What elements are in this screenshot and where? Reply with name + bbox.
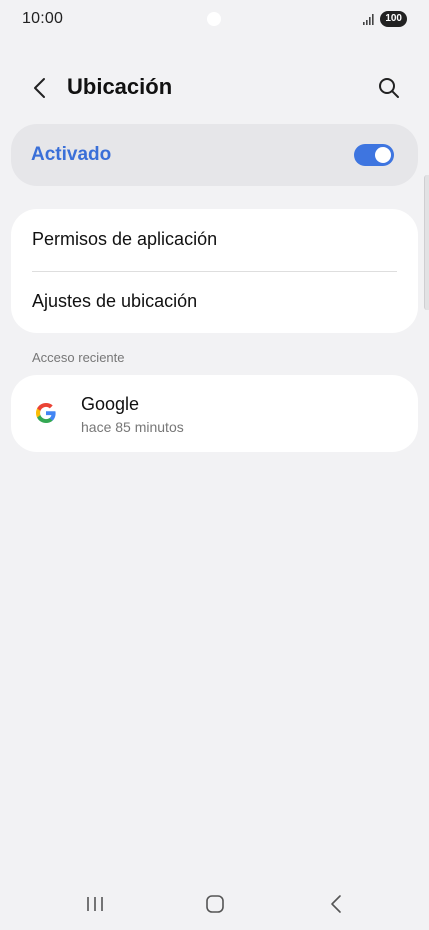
page-title: Ubicación (67, 74, 173, 99)
signal-icon (363, 13, 375, 25)
settings-item-location-settings[interactable]: Ajustes de ubicación (11, 271, 418, 333)
app-name: Google (81, 394, 140, 414)
settings-item-app-permissions[interactable]: Permisos de aplicación (11, 209, 418, 271)
battery-icon: 100 (380, 11, 407, 27)
location-master-toggle[interactable]: Activado (11, 124, 418, 186)
status-icons: 100 (363, 11, 407, 27)
app-bar: Ubicación (0, 64, 429, 112)
home-icon (206, 895, 224, 913)
location-switch[interactable] (354, 144, 394, 166)
home-button[interactable] (201, 890, 229, 918)
section-header-recent-access: Acceso reciente (32, 350, 125, 365)
status-bar: 10:00 100 (0, 0, 429, 40)
status-time: 10:00 (22, 10, 64, 27)
switch-knob (375, 147, 391, 163)
edge-panel-handle[interactable] (424, 175, 429, 310)
search-button[interactable] (375, 74, 403, 102)
recents-icon (87, 897, 103, 911)
settings-item-label: Permisos de aplicación (32, 229, 218, 249)
recents-button[interactable] (81, 890, 109, 918)
back-icon (331, 895, 341, 913)
settings-card: Permisos de aplicación Ajustes de ubicac… (11, 209, 418, 333)
navigation-bar (0, 882, 429, 926)
settings-item-label: Ajustes de ubicación (32, 291, 198, 311)
access-time: hace 85 minutos (81, 419, 184, 435)
google-icon (36, 403, 56, 423)
chevron-left-icon (34, 78, 45, 98)
nav-back-button[interactable] (322, 890, 350, 918)
back-button[interactable] (26, 74, 54, 102)
recent-access-item-google[interactable]: Google hace 85 minutos (11, 375, 418, 452)
camera-cutout (207, 12, 221, 26)
toggle-label: Activado (31, 144, 112, 165)
search-icon (379, 78, 399, 98)
